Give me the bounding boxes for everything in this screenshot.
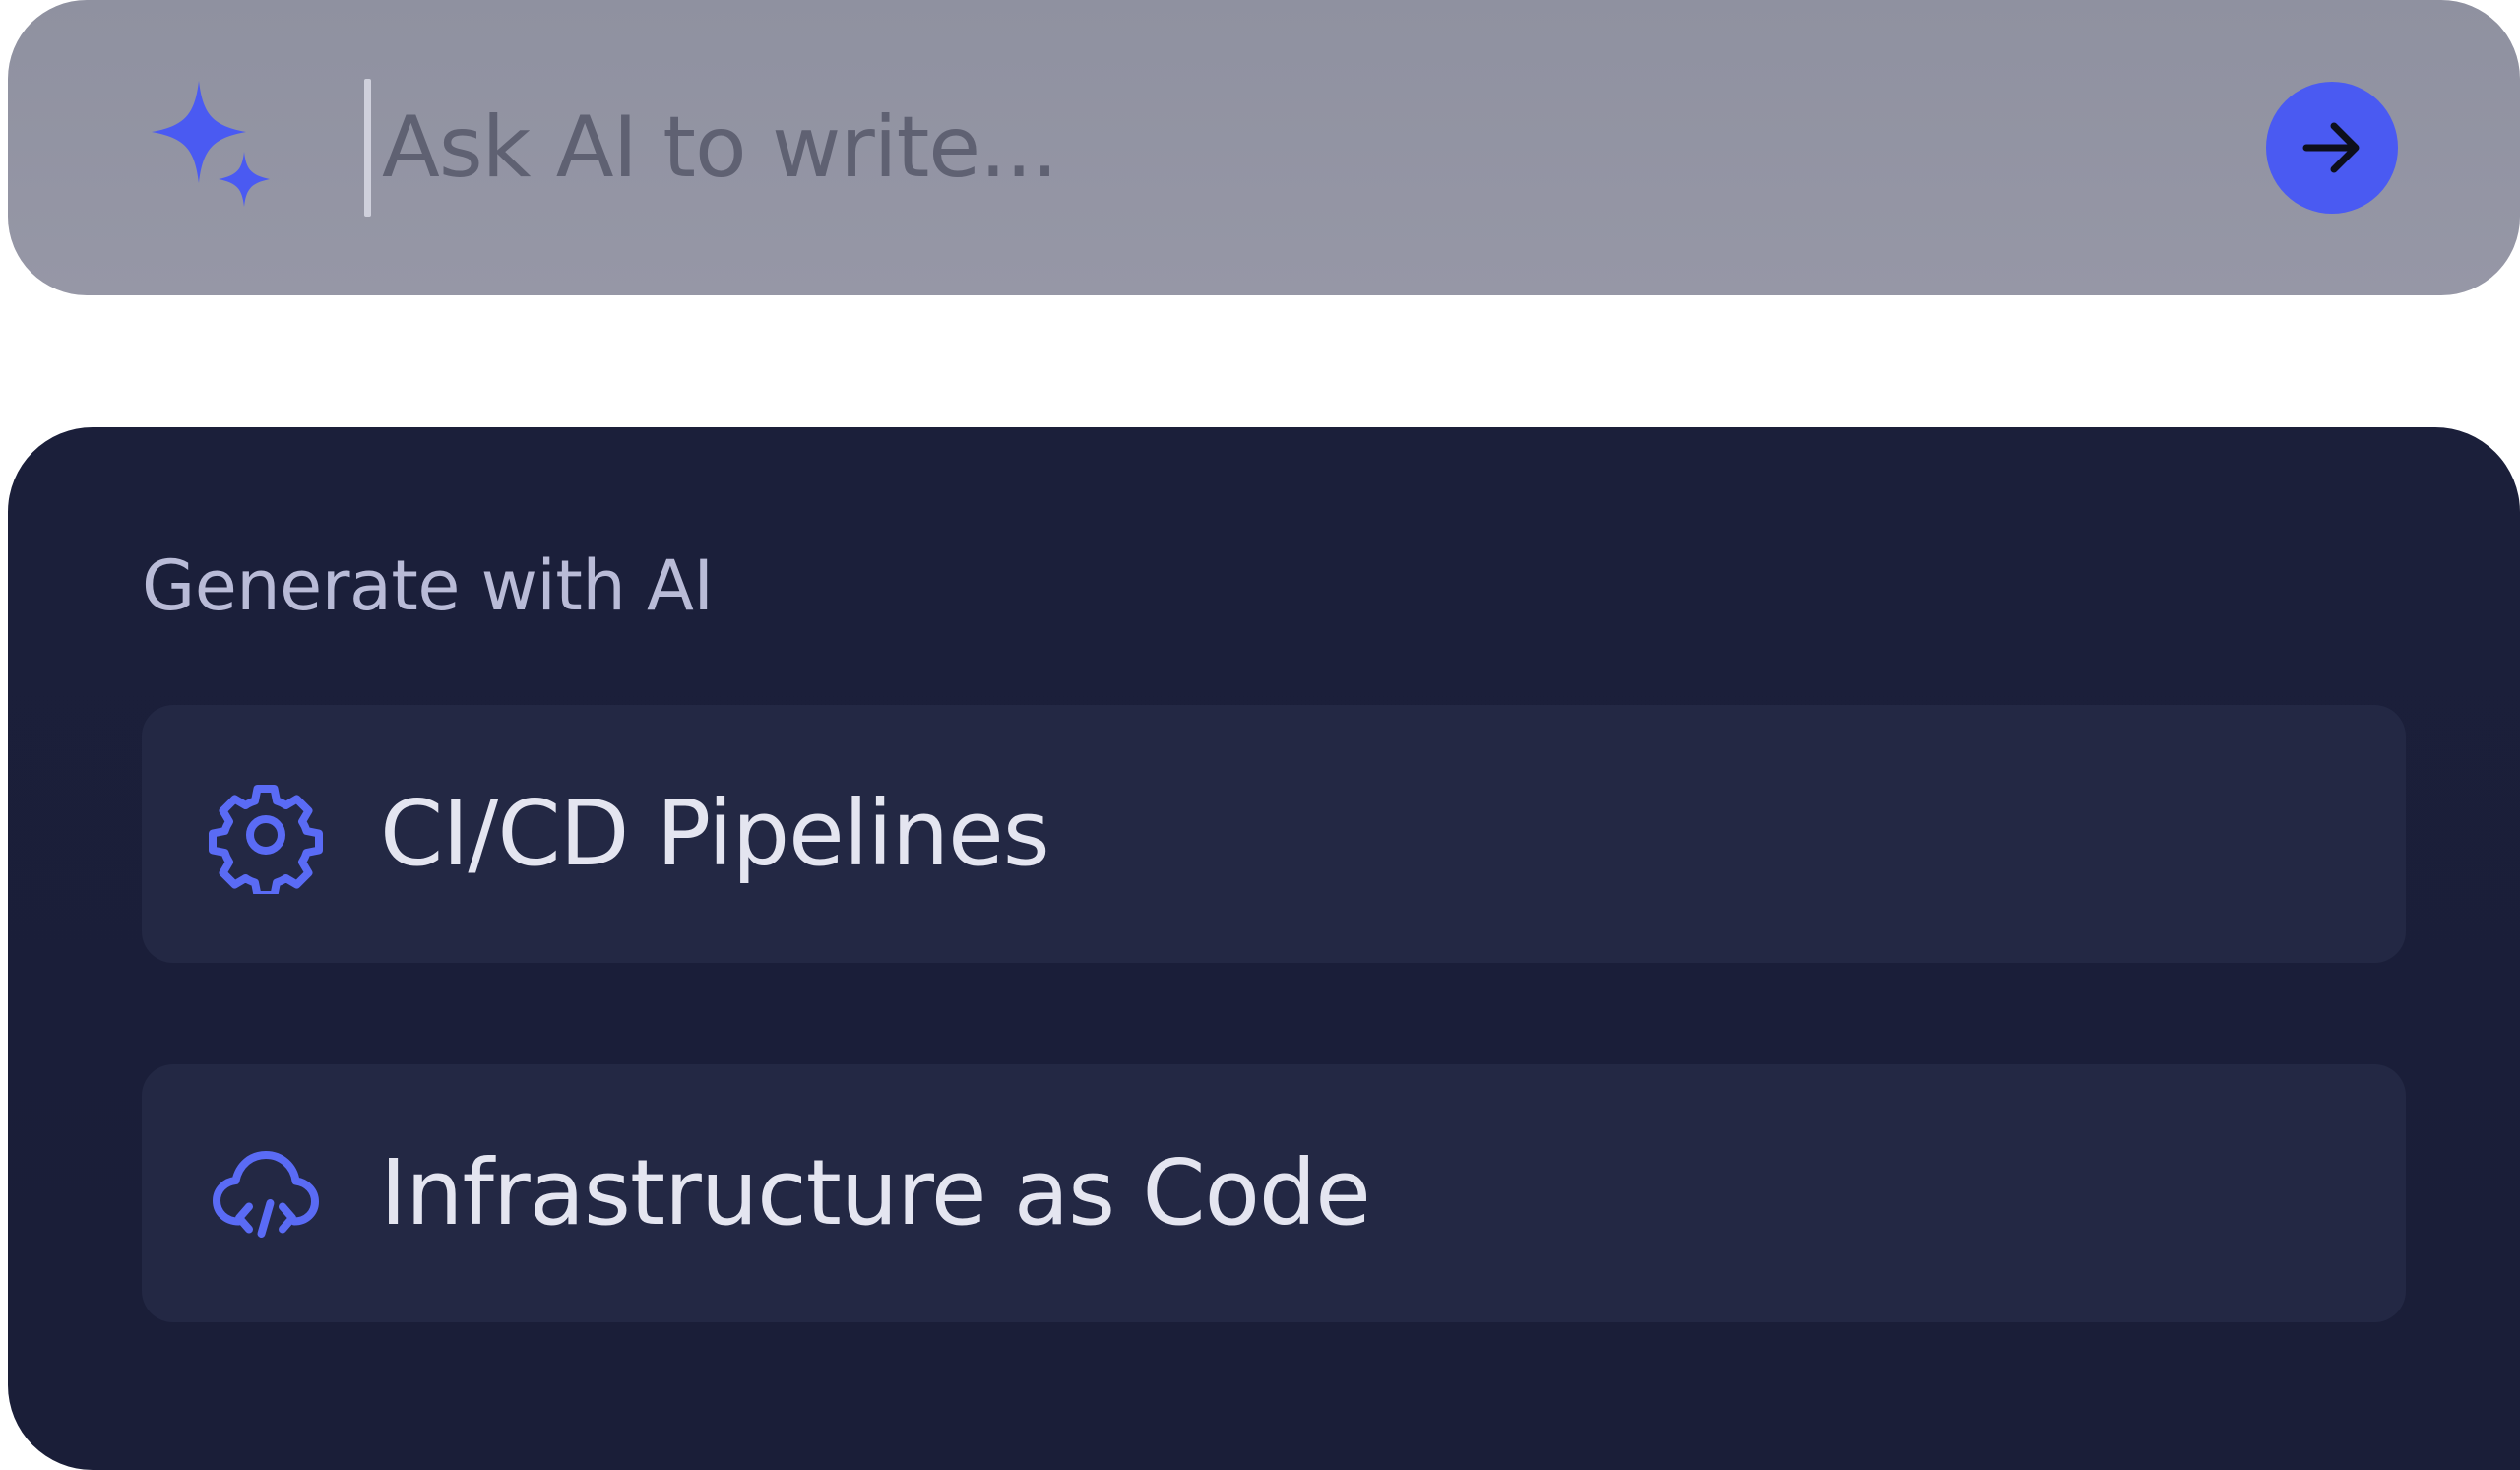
prompt-bar [8,0,2520,295]
option-ci-cd-pipelines[interactable]: CI/CD Pipelines [142,705,2406,963]
option-label: Infrastructure as Code [380,1140,1371,1246]
send-button[interactable] [2266,82,2398,214]
cloud-code-icon [213,1151,319,1238]
panel-title: Generate with AI [142,545,714,626]
ai-assistant-widget: Generate with AI CI/CD Pipelines Infrast… [0,0,2520,1470]
option-infrastructure-as-code[interactable]: Infrastructure as Code [142,1064,2406,1322]
gear-icon [209,785,323,894]
arrow-right-icon [2302,122,2360,173]
text-caret [364,79,371,217]
prompt-input[interactable] [382,79,2154,217]
sparkle-icon [152,81,270,207]
option-label: CI/CD Pipelines [380,781,1050,886]
generate-panel: Generate with AI CI/CD Pipelines Infrast… [8,427,2520,1470]
